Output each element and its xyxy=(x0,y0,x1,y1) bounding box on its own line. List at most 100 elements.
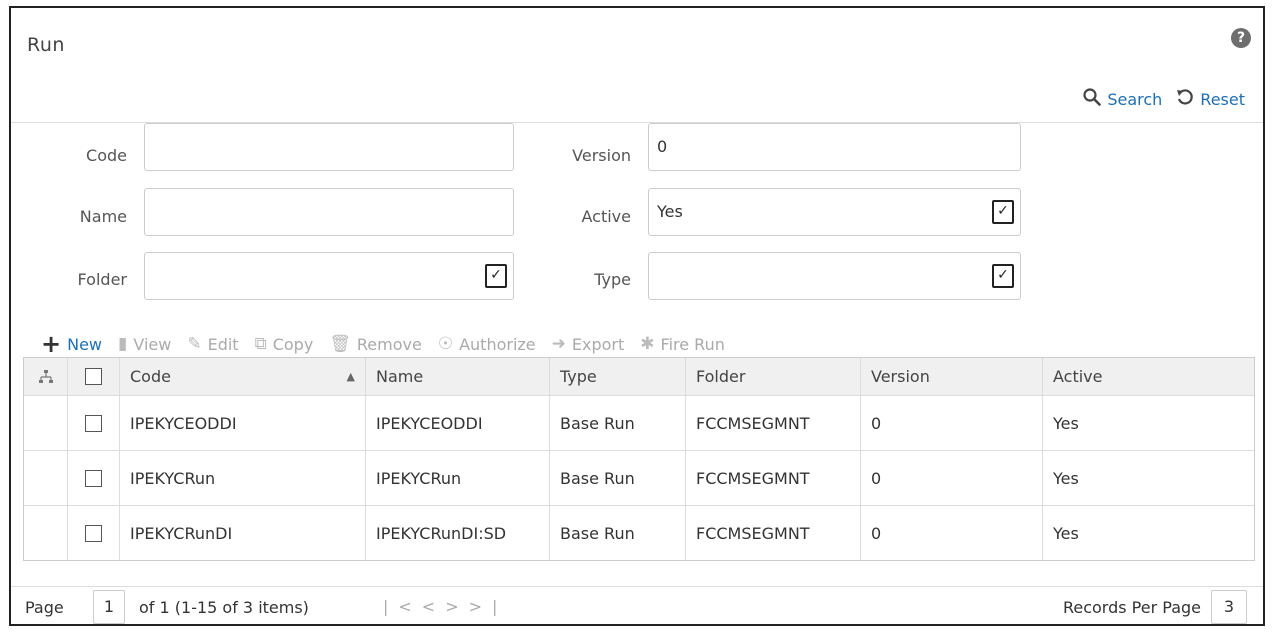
fire-run-icon: ✱ xyxy=(640,334,655,354)
fire-run-button[interactable]: ✱ Fire Run xyxy=(640,334,725,354)
table-header: Code ▲ Name Type Folder Version Active xyxy=(24,358,1254,396)
code-label: Code xyxy=(86,146,127,165)
active-value: Yes xyxy=(657,202,683,221)
cell-folder: FCCMSEGMNT xyxy=(686,506,861,560)
page-title: Run xyxy=(27,34,65,56)
export-button[interactable]: ➜ Export xyxy=(552,334,625,354)
row-checkbox[interactable] xyxy=(68,506,120,560)
page-label: Page xyxy=(25,598,64,617)
prev-page-icon[interactable]: < xyxy=(422,597,445,616)
row-spacer xyxy=(24,396,68,450)
document-icon: ▮ xyxy=(118,334,128,354)
cell-active: Yes xyxy=(1053,523,1079,543)
copy-button[interactable]: ⧉ Copy xyxy=(255,334,314,354)
folder-select[interactable]: ✓ xyxy=(144,252,514,300)
chevron-down-icon: ✓ xyxy=(485,264,507,288)
fire-run-label: Fire Run xyxy=(660,334,725,354)
remove-label: Remove xyxy=(356,334,422,354)
view-label: View xyxy=(133,334,172,354)
search-icon xyxy=(1083,88,1102,111)
row-spacer xyxy=(24,506,68,560)
cell-type: Base Run xyxy=(550,396,686,450)
edit-button[interactable]: ✎ Edit xyxy=(187,334,238,354)
search-label: Search xyxy=(1107,90,1163,109)
toolbar: + New ▮ View ✎ Edit ⧉ Copy 🗑 Remove ☉ Au… xyxy=(41,330,725,358)
search-actions: Search Reset xyxy=(1083,88,1245,111)
table-row[interactable]: IPEKYCEODDI IPEKYCEODDI Base Run FCCMSEG… xyxy=(24,396,1254,451)
cell-type: Base Run xyxy=(550,451,686,505)
run-panel: Run ? Search Reset Code Name Folder ✓ Ve… xyxy=(9,6,1265,626)
new-label: New xyxy=(67,334,103,354)
authorize-icon: ☉ xyxy=(437,334,454,354)
view-button[interactable]: ▮ View xyxy=(118,334,171,354)
cell-active: Yes xyxy=(1053,468,1079,488)
chevron-down-icon: ✓ xyxy=(992,200,1014,224)
reset-icon xyxy=(1176,88,1194,111)
search-button[interactable]: Search xyxy=(1083,88,1162,111)
last-page-icon[interactable]: >| xyxy=(469,597,508,616)
column-header-type[interactable]: Type xyxy=(550,358,686,395)
reset-button[interactable]: Reset xyxy=(1176,88,1245,111)
checkbox-box xyxy=(85,414,102,432)
page-count-text: of 1 (1-15 of 3 items) xyxy=(139,598,309,617)
copy-icon: ⧉ xyxy=(254,334,267,354)
cell-version: 0 xyxy=(861,396,1043,450)
name-input[interactable] xyxy=(144,188,514,236)
column-header-code[interactable]: Code ▲ xyxy=(120,358,366,395)
active-select[interactable]: Yes ✓ xyxy=(648,188,1021,236)
cell-name: IPEKYCRunDI:SD xyxy=(366,506,550,560)
pencil-icon: ✎ xyxy=(187,334,202,354)
column-header-folder[interactable]: Folder xyxy=(686,358,861,395)
table-row[interactable]: IPEKYCRunDI IPEKYCRunDI:SD Base Run FCCM… xyxy=(24,506,1254,560)
remove-button[interactable]: 🗑 Remove xyxy=(329,334,422,354)
cell-folder: FCCMSEGMNT xyxy=(686,451,861,505)
page-number-input[interactable]: 1 xyxy=(93,590,125,624)
cell-name: IPEKYCEODDI xyxy=(366,396,550,450)
table-row[interactable]: IPEKYCRun IPEKYCRun Base Run FCCMSEGMNT … xyxy=(24,451,1254,506)
cell-code: IPEKYCRunDI xyxy=(120,506,366,560)
column-label: Code xyxy=(130,367,171,386)
cell-active: Yes xyxy=(1053,413,1079,433)
cell-code: IPEKYCEODDI xyxy=(120,396,366,450)
column-header-name[interactable]: Name xyxy=(366,358,550,395)
reset-label: Reset xyxy=(1200,90,1245,109)
next-page-icon[interactable]: > xyxy=(445,597,468,616)
pagination-bar: Page 1 of 1 (1-15 of 3 items) |<<>>| Rec… xyxy=(11,586,1263,627)
page-nav: |<<>>| xyxy=(383,597,507,616)
row-checkbox[interactable] xyxy=(68,451,120,505)
column-header-active[interactable]: Active xyxy=(1043,358,1254,395)
trash-icon: 🗑 xyxy=(329,334,351,354)
type-select[interactable]: ✓ xyxy=(648,252,1021,300)
folder-label: Folder xyxy=(77,270,127,289)
records-per-page-input[interactable]: 3 xyxy=(1211,590,1247,624)
chevron-down-icon: ✓ xyxy=(992,264,1014,288)
version-input[interactable]: 0 xyxy=(648,123,1021,171)
edit-label: Edit xyxy=(207,334,239,354)
cell-folder: FCCMSEGMNT xyxy=(686,396,861,450)
checkbox-box xyxy=(85,368,102,385)
select-all-checkbox[interactable] xyxy=(68,358,120,395)
cell-type: Base Run xyxy=(550,506,686,560)
row-checkbox[interactable] xyxy=(68,396,120,450)
records-per-page-label: Records Per Page xyxy=(1062,598,1201,617)
export-icon: ➜ xyxy=(551,334,566,354)
name-label: Name xyxy=(79,207,127,226)
plus-icon: + xyxy=(41,330,62,358)
copy-label: Copy xyxy=(272,334,314,354)
cell-version: 0 xyxy=(861,506,1043,560)
code-input[interactable] xyxy=(144,123,514,171)
first-page-icon[interactable]: |< xyxy=(383,597,422,616)
cell-version: 0 xyxy=(861,451,1043,505)
new-button[interactable]: + New xyxy=(41,330,102,358)
authorize-button[interactable]: ☉ Authorize xyxy=(438,334,536,354)
help-icon[interactable]: ? xyxy=(1231,28,1251,48)
cell-code: IPEKYCRun xyxy=(120,451,366,505)
sort-asc-icon: ▲ xyxy=(346,370,355,383)
hierarchy-icon[interactable] xyxy=(24,358,68,395)
export-label: Export xyxy=(571,334,625,354)
run-table: Code ▲ Name Type Folder Version Active I… xyxy=(23,357,1255,561)
active-label: Active xyxy=(581,207,632,226)
type-label: Type xyxy=(594,270,631,289)
column-header-version[interactable]: Version xyxy=(861,358,1043,395)
version-label: Version xyxy=(572,146,631,165)
